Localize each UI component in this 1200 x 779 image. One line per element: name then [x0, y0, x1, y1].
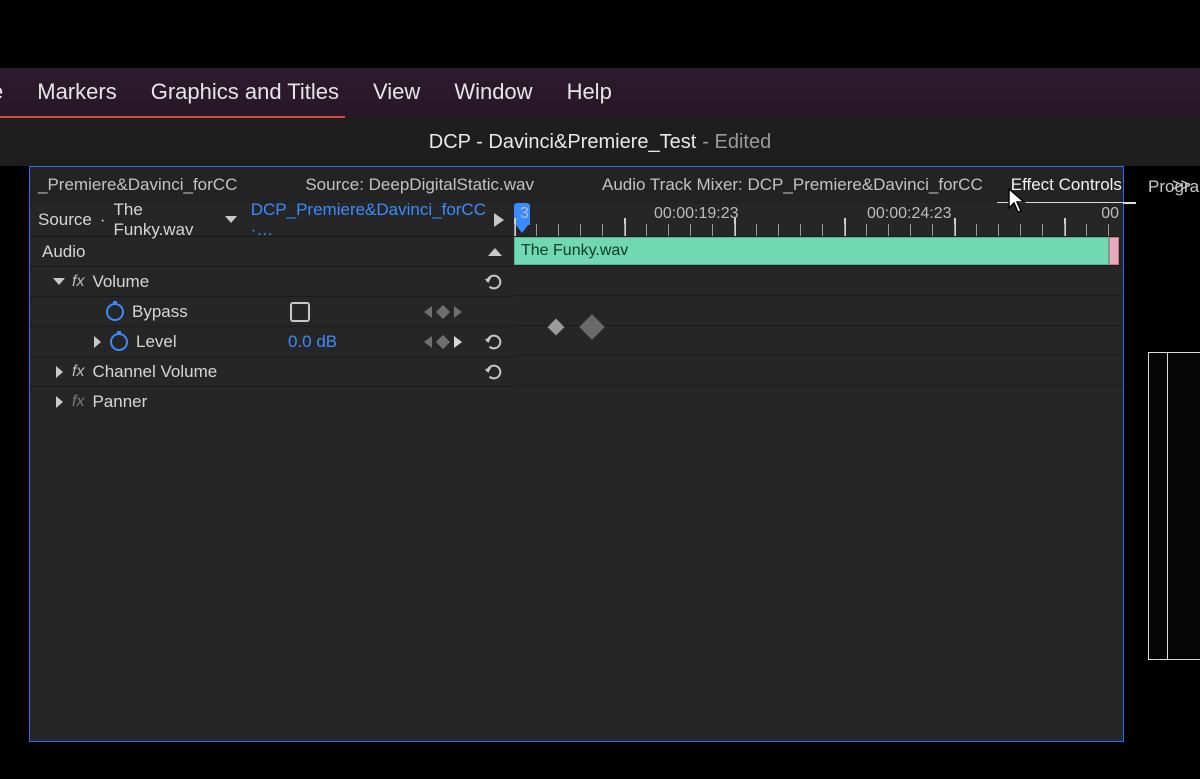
effect-controls-timeline[interactable]: 3 00:00:19:23 00:00:24:23 00 The Funky.w… [514, 203, 1123, 741]
letterbox-top [0, 0, 1200, 68]
stopwatch-level-icon[interactable] [110, 333, 128, 351]
fx-badge-icon: fx [72, 393, 84, 411]
keyframe-icon[interactable] [584, 319, 601, 336]
edited-suffix: - Edited [702, 131, 771, 154]
play-icon[interactable] [494, 213, 504, 227]
audio-section-header[interactable]: Audio [30, 237, 514, 267]
program-monitor-fragment [1148, 352, 1200, 660]
document-title-bar: DCP - Davinci&Premiere_Test - Edited [0, 118, 1200, 166]
collapse-up-icon[interactable] [488, 248, 502, 256]
source-dropdown-icon[interactable] [225, 216, 237, 223]
audio-section-label: Audio [42, 242, 85, 262]
reset-volume-icon[interactable] [482, 272, 504, 292]
param-row-level: Level 0.0 dB [30, 327, 514, 357]
reset-channel-volume-icon[interactable] [482, 362, 504, 382]
disclosure-volume[interactable] [52, 278, 66, 285]
fx-row-channel-volume[interactable]: fx Channel Volume [30, 357, 514, 387]
menu-item-markers[interactable]: Markers [37, 79, 116, 105]
fx-badge-icon: fx [72, 273, 84, 291]
tab-project[interactable]: _Premiere&Davinci_forCC [30, 175, 251, 195]
kf-add-icon[interactable] [436, 304, 450, 318]
app-menubar: ce Markers Graphics and Titles View Wind… [0, 68, 1200, 116]
fx-badge-icon: fx [72, 363, 84, 381]
effect-controls-panel: _Premiere&Davinci_forCC Source: DeepDigi… [29, 166, 1124, 742]
effect-controls-left: Source · The Funky.wav DCP_Premiere&Davi… [30, 203, 514, 741]
keyframe-nav-bypass [424, 306, 462, 318]
tab-effect-controls[interactable]: Effect Controls [997, 175, 1136, 195]
source-header-row: Source · The Funky.wav DCP_Premiere&Davi… [30, 203, 514, 237]
param-level-label: Level [136, 332, 177, 352]
level-keyframe-lane[interactable] [514, 315, 1123, 343]
tab-source[interactable]: Source: DeepDigitalStatic.wav [291, 175, 548, 195]
fx-row-panner[interactable]: fx Panner [30, 387, 514, 417]
clip-tail-marker [1109, 237, 1119, 265]
menu-item-window[interactable]: Window [454, 79, 532, 105]
source-label: Source [38, 210, 92, 230]
menu-item-help[interactable]: Help [567, 79, 612, 105]
fx-panner-label: Panner [92, 392, 147, 412]
param-row-bypass: Bypass [30, 297, 514, 327]
menu-item-truncated[interactable]: ce [0, 79, 3, 105]
keyframe-nav-level [424, 336, 462, 348]
panel-tab-strip: _Premiere&Davinci_forCC Source: DeepDigi… [30, 167, 1123, 203]
stopwatch-bypass-icon[interactable] [106, 303, 124, 321]
fx-channel-volume-label: Channel Volume [92, 362, 217, 382]
menu-item-graphics[interactable]: Graphics and Titles [151, 79, 339, 105]
menu-item-view[interactable]: View [373, 79, 420, 105]
param-bypass-label: Bypass [132, 302, 188, 322]
disclosure-level[interactable] [90, 336, 104, 348]
kf-prev-icon[interactable] [424, 306, 432, 318]
time-ruler[interactable]: 3 00:00:19:23 00:00:24:23 00 [514, 203, 1123, 237]
reset-level-icon[interactable] [482, 332, 504, 352]
keyframe-icon[interactable] [548, 319, 565, 336]
bypass-checkbox[interactable] [290, 302, 310, 322]
tab-audio-mixer[interactable]: Audio Track Mixer: DCP_Premiere&Davinci_… [588, 175, 997, 195]
clip-name: The Funky.wav [521, 242, 628, 260]
dot-sep: · [100, 210, 106, 230]
letterbox-bottom [0, 743, 1200, 779]
kf-next-icon[interactable] [454, 336, 462, 348]
level-value[interactable]: 0.0 dB [288, 332, 337, 352]
project-name: DCP - Davinci&Premiere_Test [429, 131, 697, 154]
kf-add-icon[interactable] [436, 334, 450, 348]
kf-next-icon[interactable] [454, 306, 462, 318]
fx-volume-label: Volume [92, 272, 149, 292]
source-clip-name: The Funky.wav [114, 200, 211, 240]
tab-program[interactable]: Program [1148, 173, 1200, 201]
disclosure-panner[interactable] [52, 396, 66, 408]
fx-row-volume[interactable]: fx Volume [30, 267, 514, 297]
clip-bar[interactable]: The Funky.wav [514, 237, 1109, 265]
sequence-link[interactable]: DCP_Premiere&Davinci_forCC ·… [251, 200, 486, 240]
disclosure-channel-volume[interactable] [52, 366, 66, 378]
kf-prev-icon[interactable] [424, 336, 432, 348]
